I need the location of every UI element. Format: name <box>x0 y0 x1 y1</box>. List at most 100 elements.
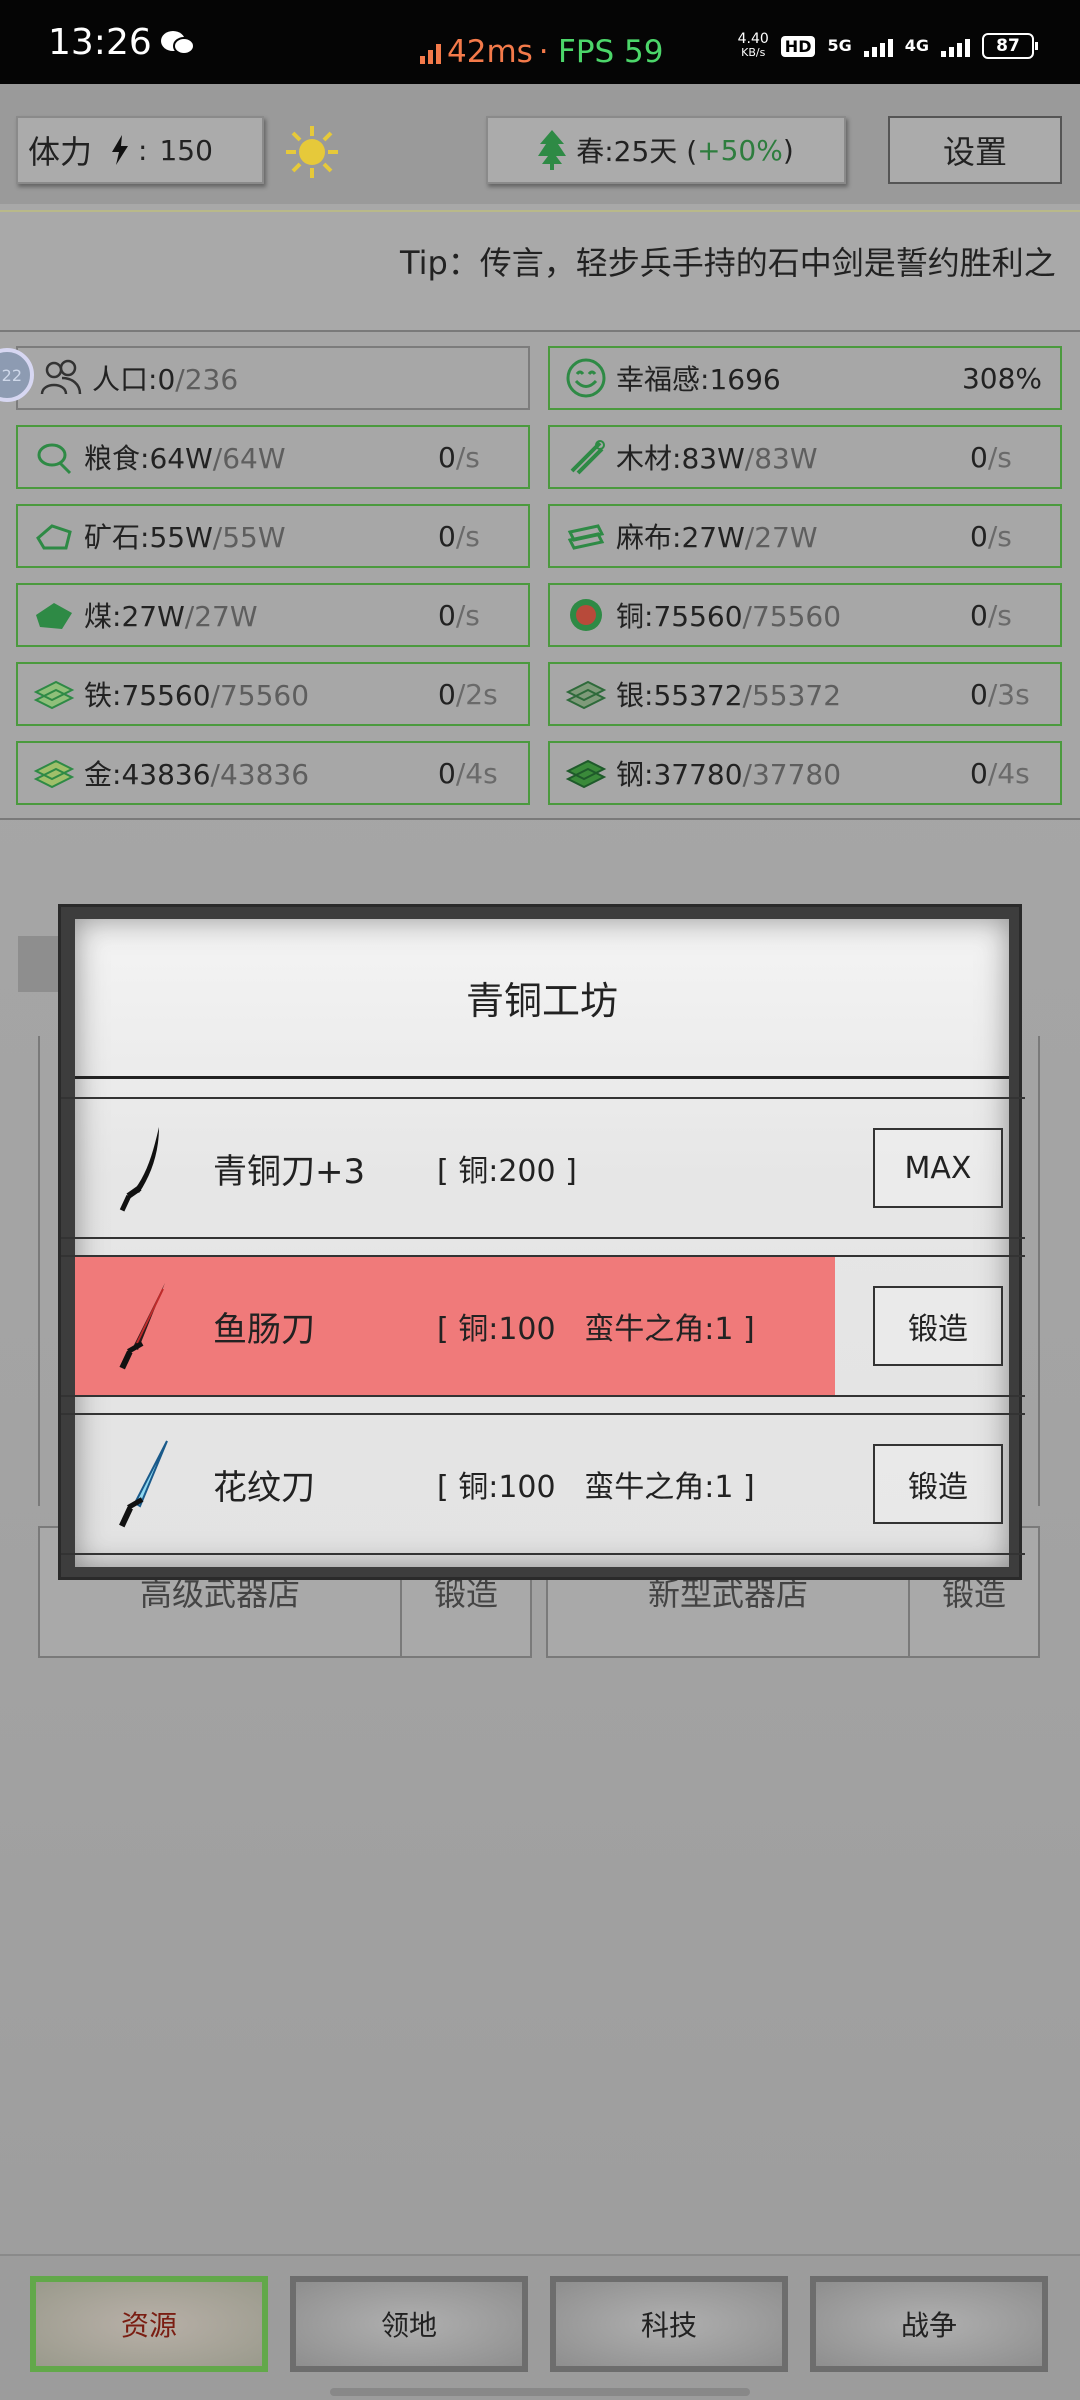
resource-label: 麻布:27W/27W <box>616 516 970 556</box>
bottom-nav: 资源 领地 科技 战争 <box>0 2254 1080 2400</box>
resource-max: /64W <box>212 442 286 475</box>
gold-icon <box>33 759 75 789</box>
fps-indicator: FPS 59 <box>558 34 664 70</box>
resource-box: 金:43836/43836 0/4s <box>16 741 530 805</box>
season-text: 春:25天 ( <box>576 135 698 168</box>
resource-value: 55372 <box>653 679 743 712</box>
item-cost: [ 铜:200 ] <box>437 1154 577 1189</box>
net-speed-unit: KB/s <box>741 46 766 59</box>
settings-button[interactable]: 设置 <box>888 116 1062 184</box>
population-text: 人口: <box>92 363 158 396</box>
net-speed: 4.40 KB/s <box>738 32 769 60</box>
max-button[interactable]: MAX <box>873 1128 1003 1208</box>
resource-rate: 0/s <box>438 520 528 553</box>
resource-max: /55372 <box>742 679 842 712</box>
resource-name: 钢: <box>616 758 654 791</box>
resource-value: 37780 <box>653 758 743 791</box>
nav-technology[interactable]: 科技 <box>550 2276 788 2372</box>
resource-rate: 0/s <box>970 520 1060 553</box>
tip-text: Tip：传言，轻步兵手持的石中剑是誓约胜利之 <box>400 244 1056 282</box>
resource-rate-value: 0 <box>970 519 988 553</box>
resource-rate-value: 0 <box>438 598 456 632</box>
resource-rate-value: 0 <box>438 440 456 474</box>
iron-icon <box>33 680 75 710</box>
stamina-display: 体力 : 150 <box>16 116 264 184</box>
resource-name: 木材: <box>616 442 682 475</box>
resource-name: 银: <box>616 679 654 712</box>
resource-box: 矿石:55W/55W 0/s <box>16 504 530 568</box>
happiness-text: 幸福感: <box>616 363 710 396</box>
resource-max: /37780 <box>742 758 842 791</box>
resource-box: 银:55372/55372 0/3s <box>548 662 1062 726</box>
patterned-blade-icon <box>119 1440 168 1528</box>
resource-label: 铁:75560/75560 <box>84 674 438 714</box>
resource-rate-value: 0 <box>970 756 988 790</box>
fish-gut-blade-icon <box>119 1283 165 1370</box>
resource-rate-unit: /s <box>987 519 1012 553</box>
resource-value: 27W <box>681 521 745 554</box>
happiness-percent: 308% <box>961 361 1042 395</box>
resource-label: 煤:27W/27W <box>84 595 438 635</box>
forge-button[interactable]: 锻造 <box>873 1444 1003 1524</box>
ore-icon <box>36 524 72 550</box>
resource-max: /43836 <box>210 758 310 791</box>
item-cost: [ 铜:100 蛮牛之角:1 ] <box>437 1312 755 1347</box>
resource-rate-unit: /s <box>455 598 480 632</box>
resource-label: 银:55372/55372 <box>616 674 970 714</box>
resource-label: 木材:83W/83W <box>616 437 970 477</box>
smile-icon <box>566 358 606 398</box>
resource-rate-unit: /3s <box>987 677 1030 711</box>
nav-war[interactable]: 战争 <box>810 2276 1048 2372</box>
network-5g-label: 5G <box>827 36 852 55</box>
resource-rate-value: 0 <box>970 677 988 711</box>
battery-icon: 87 <box>982 33 1038 59</box>
nav-territory[interactable]: 领地 <box>290 2276 528 2372</box>
resource-max: /27W <box>184 600 258 633</box>
nav-resources[interactable]: 资源 <box>30 2276 268 2372</box>
home-indicator[interactable] <box>330 2388 750 2396</box>
bronze-workshop-modal: 青铜工坊 青铜刀+3 [ 铜:200 ] MAX 鱼肠刀 [ 铜:100 蛮牛之… <box>58 904 1025 1580</box>
resource-rate-unit: /s <box>455 440 480 474</box>
population-value: 0 <box>157 363 176 396</box>
resource-rate: 0/3s <box>970 678 1060 711</box>
item-name: 花纹刀 <box>213 1467 315 1508</box>
linen-icon <box>567 524 605 550</box>
resource-name: 铜: <box>616 600 654 633</box>
item-name: 青铜刀+3 <box>213 1151 366 1192</box>
modal-panel: 青铜工坊 青铜刀+3 [ 铜:200 ] MAX 鱼肠刀 [ 铜:100 蛮牛之… <box>61 919 1025 1567</box>
resource-rate-unit: /2s <box>455 677 498 711</box>
network-4g-label: 4G <box>904 36 929 55</box>
forge-button[interactable]: 锻造 <box>873 1286 1003 1366</box>
resource-value: 75560 <box>653 600 743 633</box>
modal-title: 青铜工坊 <box>75 919 1009 1079</box>
resource-box: 粮食:64W/64W 0/s <box>16 425 530 489</box>
population-box: 人口:0/236 <box>16 346 530 410</box>
resource-max: /27W <box>744 521 818 554</box>
resource-rate-value: 0 <box>438 756 456 790</box>
forge-item-row: 青铜刀+3 [ 铜:200 ] MAX <box>61 1097 1025 1239</box>
copper-icon <box>570 599 602 631</box>
resource-rate-unit: /s <box>455 519 480 553</box>
resource-rate-value: 0 <box>970 598 988 632</box>
ping-separator: · <box>538 34 549 70</box>
grain-icon <box>37 443 72 475</box>
item-name: 鱼肠刀 <box>213 1309 315 1350</box>
season-close: ) <box>782 133 794 167</box>
ping-indicator: 42ms · <box>420 34 549 70</box>
resource-panel: 人口:0/236 幸福感:1696 308% 粮食:64W/64W 0/s 木材:8… <box>0 330 1080 820</box>
tree-icon <box>538 130 567 170</box>
resource-rate: 0/4s <box>970 757 1060 790</box>
resource-name: 金: <box>84 758 122 791</box>
resource-value: 64W <box>149 442 213 475</box>
resource-name: 麻布: <box>616 521 682 554</box>
season-bonus: +50% <box>697 133 783 167</box>
resource-box: 铁:75560/75560 0/2s <box>16 662 530 726</box>
resource-rate: 0/s <box>438 599 528 632</box>
season-display: 春:25天 ( +50% ) <box>486 116 846 184</box>
steel-icon <box>565 759 607 789</box>
lightning-icon <box>112 135 129 165</box>
resource-value: 83W <box>681 442 745 475</box>
net-speed-value: 4.40 <box>737 31 769 47</box>
ping-bars-icon <box>420 40 441 64</box>
resource-value: 27W <box>121 600 185 633</box>
